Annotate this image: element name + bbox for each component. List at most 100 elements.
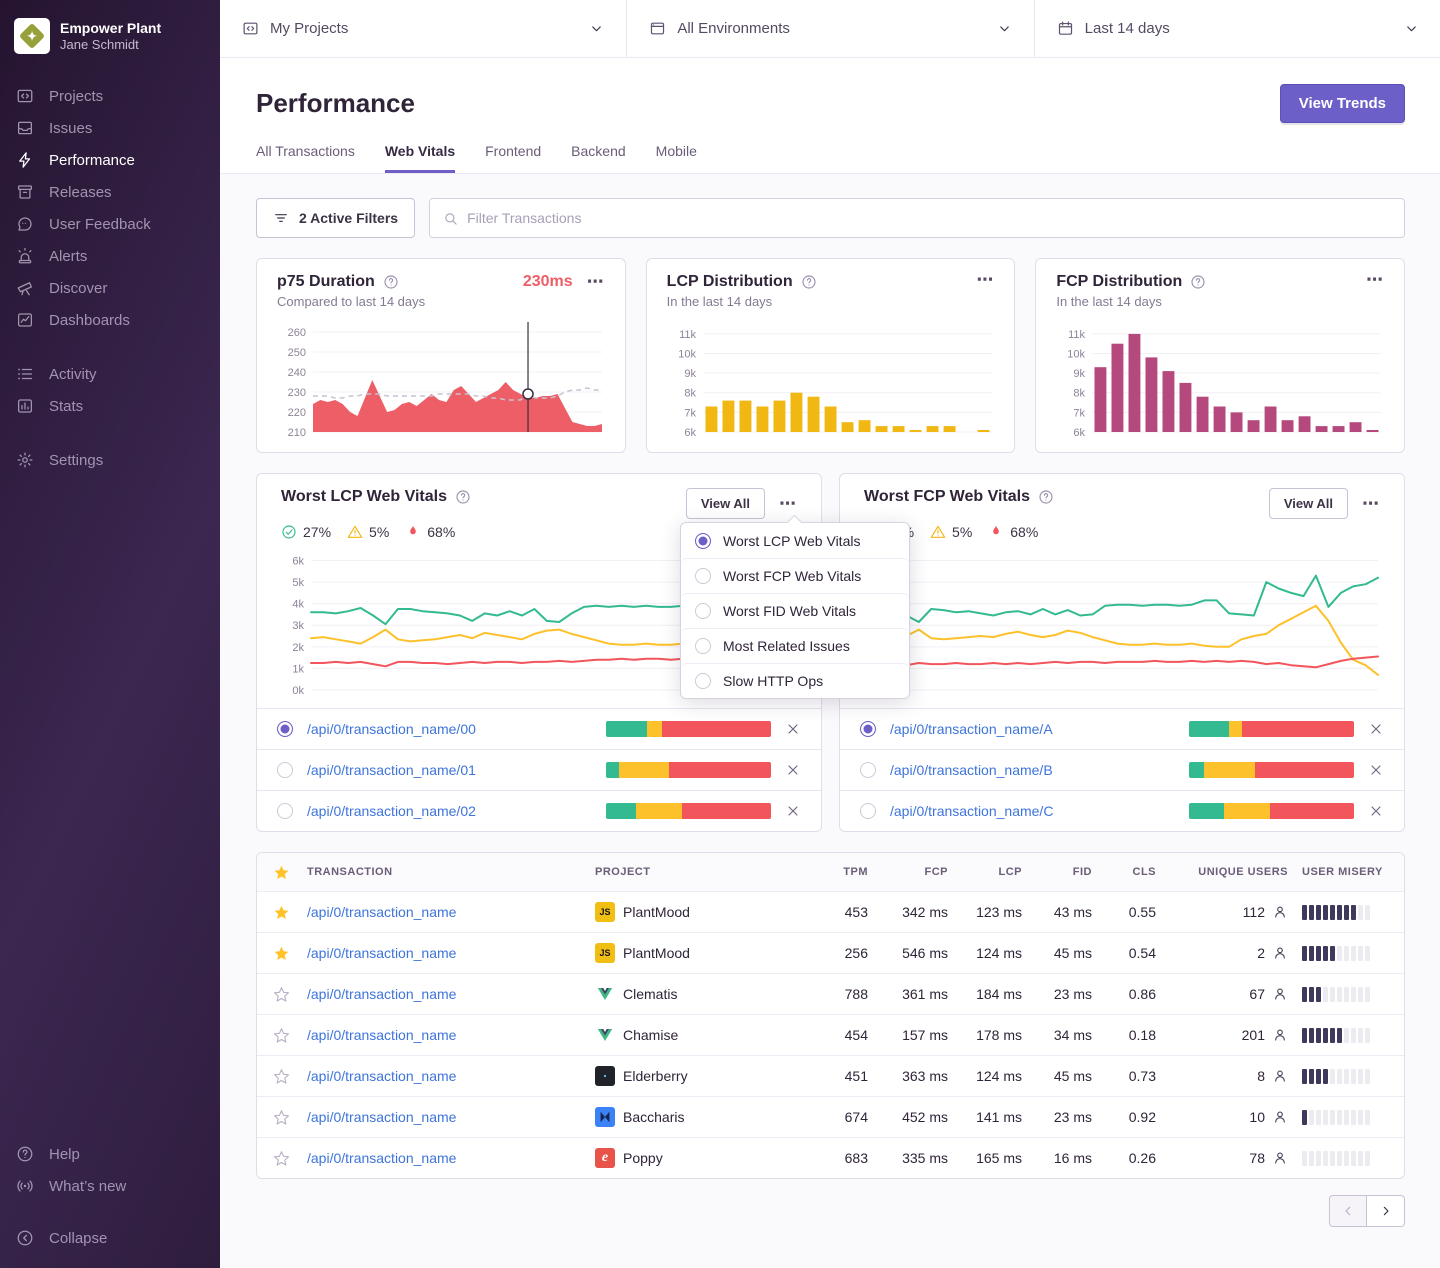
sidebar-item-user-feedback[interactable]: User Feedback [0, 208, 220, 240]
help-icon[interactable] [1038, 489, 1054, 505]
sidebar-item-projects[interactable]: Projects [0, 80, 220, 112]
warning-icon [347, 524, 363, 540]
search-input[interactable] [467, 210, 1391, 226]
menu-item-slow-http-ops[interactable]: Slow HTTP Ops [681, 663, 909, 698]
view-trends-button[interactable]: View Trends [1280, 84, 1405, 123]
close-icon[interactable] [1368, 803, 1384, 819]
tab-mobile[interactable]: Mobile [656, 143, 697, 173]
transaction-radio[interactable] [277, 721, 293, 737]
transaction-link[interactable]: /api/0/transaction_name [307, 945, 456, 961]
table-header: TRANSACTIONPROJECTTPMFCPLCPFIDCLSUNIQUE … [257, 853, 1404, 891]
fid-value: 34 ms [1026, 1027, 1096, 1043]
column-header-user-misery: USER MISERY [1292, 866, 1404, 878]
overflow-menu-icon[interactable]: ⋯ [1362, 497, 1380, 511]
help-icon[interactable] [383, 274, 399, 290]
star-outline-icon[interactable] [273, 1109, 290, 1126]
star-outline-icon[interactable] [273, 986, 290, 1003]
column-header-fcp: FCP [872, 866, 952, 878]
close-icon[interactable] [785, 762, 801, 778]
sidebar-item-help[interactable]: Help [0, 1138, 220, 1170]
sidebar-item-settings[interactable]: Settings [0, 444, 220, 476]
sidebar-item-label: Releases [49, 184, 112, 201]
user-misery-bar [1292, 1069, 1404, 1084]
help-icon[interactable] [801, 274, 817, 290]
next-page-button[interactable] [1367, 1195, 1405, 1227]
star-outline-icon[interactable] [273, 1068, 290, 1085]
transaction-link[interactable]: /api/0/transaction_name/02 [307, 803, 592, 819]
star-filled-icon[interactable] [273, 945, 290, 962]
transaction-radio[interactable] [277, 762, 293, 778]
svg-text:6k: 6k [1074, 427, 1086, 439]
sidebar-item-dashboards[interactable]: Dashboards [0, 304, 220, 336]
sidebar-item-alerts[interactable]: Alerts [0, 240, 220, 272]
overflow-menu-icon[interactable]: ⋯ [587, 275, 605, 289]
sidebar-item-releases[interactable]: Releases [0, 176, 220, 208]
environment-selector[interactable]: All Environments [626, 0, 1033, 57]
transaction-link[interactable]: /api/0/transaction_name/A [890, 721, 1175, 737]
project-selector[interactable]: My Projects [220, 0, 626, 57]
close-icon[interactable] [785, 803, 801, 819]
sidebar-item-what-s-new[interactable]: What’s new [0, 1170, 220, 1202]
sidebar-item-collapse[interactable]: Collapse [0, 1222, 220, 1254]
close-icon[interactable] [1368, 762, 1384, 778]
org-switcher[interactable]: Empower Plant Jane Schmidt [14, 18, 206, 54]
menu-item-worst-lcp-web-vitals[interactable]: Worst LCP Web Vitals [681, 523, 909, 558]
close-icon[interactable] [785, 721, 801, 737]
alerts-icon [16, 247, 34, 265]
transaction-link[interactable]: /api/0/transaction_name [307, 904, 456, 920]
transaction-radio[interactable] [277, 803, 293, 819]
sidebar-item-performance[interactable]: Performance [0, 144, 220, 176]
view-all-button[interactable]: View All [1269, 488, 1348, 519]
transaction-link[interactable]: /api/0/transaction_name/01 [307, 762, 592, 778]
star-filled-icon[interactable] [273, 904, 290, 921]
meh-pct: 5% [952, 524, 972, 540]
transaction-link[interactable]: /api/0/transaction_name [307, 1150, 456, 1166]
lcp-distribution-chart: 6k7k8k9k10k11k [667, 318, 995, 440]
overflow-menu-icon[interactable]: ⋯ [976, 273, 994, 287]
transaction-radio[interactable] [860, 803, 876, 819]
tab-frontend[interactable]: Frontend [485, 143, 541, 173]
content: 2 Active Filters p75 Duration 230ms⋯ Com… [220, 174, 1440, 1268]
tab-web-vitals[interactable]: Web Vitals [385, 143, 455, 173]
sidebar-item-discover[interactable]: Discover [0, 272, 220, 304]
transaction-link[interactable]: /api/0/transaction_name [307, 1109, 456, 1125]
close-icon[interactable] [1368, 721, 1384, 737]
sidebar-item-activity[interactable]: Activity [0, 358, 220, 390]
fid-value: 23 ms [1026, 986, 1096, 1002]
star-outline-icon[interactable] [273, 1027, 290, 1044]
help-icon[interactable] [1190, 274, 1206, 290]
table-row: /api/0/transaction_nameJSPlantMood256546… [257, 932, 1404, 973]
overflow-menu-icon[interactable]: ⋯ [1366, 273, 1384, 287]
transaction-radio[interactable] [860, 721, 876, 737]
overflow-menu-icon[interactable]: ⋯ [779, 497, 797, 511]
transaction-link[interactable]: /api/0/transaction_name [307, 1027, 456, 1043]
transaction-link[interactable]: /api/0/transaction_name [307, 1068, 456, 1084]
star-filled-icon[interactable] [273, 864, 290, 881]
lcp-value: 184 ms [952, 986, 1026, 1002]
help-icon [16, 1145, 34, 1163]
sidebar-item-issues[interactable]: Issues [0, 112, 220, 144]
tab-backend[interactable]: Backend [571, 143, 625, 173]
active-filters-button[interactable]: 2 Active Filters [256, 198, 415, 238]
transaction-link[interactable]: /api/0/transaction_name/00 [307, 721, 592, 737]
radio-icon [695, 603, 711, 619]
menu-item-worst-fcp-web-vitals[interactable]: Worst FCP Web Vitals [681, 558, 909, 593]
menu-item-worst-fid-web-vitals[interactable]: Worst FID Web Vitals [681, 593, 909, 628]
star-outline-icon[interactable] [273, 1150, 290, 1167]
view-all-button[interactable]: View All [686, 488, 765, 519]
daterange-selector[interactable]: Last 14 days [1034, 0, 1440, 57]
prev-page-button[interactable] [1329, 1195, 1367, 1227]
menu-item-most-related-issues[interactable]: Most Related Issues [681, 628, 909, 663]
transaction-link[interactable]: /api/0/transaction_name/C [890, 803, 1175, 819]
transaction-link[interactable]: /api/0/transaction_name [307, 986, 456, 1002]
vitals-menu-dropdown: Worst LCP Web VitalsWorst FCP Web Vitals… [680, 522, 910, 699]
vitals-transaction-list: /api/0/transaction_name/A/api/0/transact… [840, 708, 1404, 831]
help-icon[interactable] [455, 489, 471, 505]
transaction-radio[interactable] [860, 762, 876, 778]
fcp-distribution-chart: 6k7k8k9k10k11k [1056, 318, 1384, 440]
sidebar-item-stats[interactable]: Stats [0, 390, 220, 422]
menu-item-label: Most Related Issues [723, 638, 850, 654]
tab-all-transactions[interactable]: All Transactions [256, 143, 355, 173]
tab-bar: All Transactions Web Vitals Frontend Backen… [256, 143, 1405, 173]
transaction-link[interactable]: /api/0/transaction_name/B [890, 762, 1175, 778]
